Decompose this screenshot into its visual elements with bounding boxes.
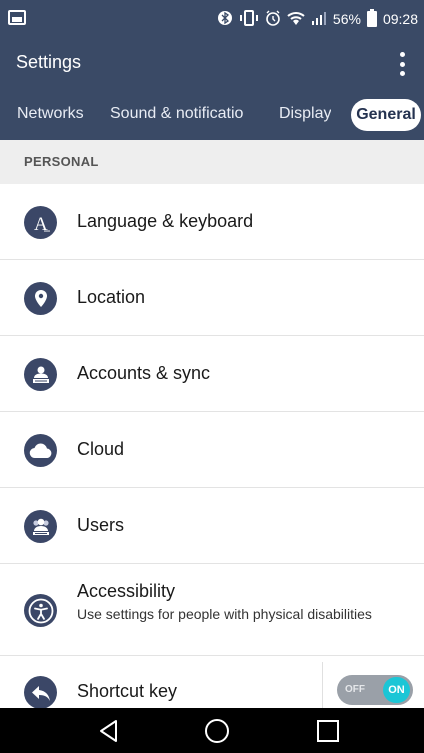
users-icon [24,510,57,543]
accessibility-icon [24,594,57,627]
clock: 09:28 [382,11,418,27]
cloud-icon [24,434,57,467]
shortcut-icon [24,676,57,709]
section-header-label: PERSONAL [24,154,99,169]
home-icon[interactable] [202,716,232,746]
battery-percent: 56% [332,11,361,27]
item-label: Cloud [77,439,125,459]
list-item-accounts-sync[interactable]: Accounts & sync [0,336,424,412]
tab-general[interactable]: General [351,99,421,131]
battery-icon [366,9,377,27]
navigation-bar [0,708,424,753]
item-label: Shortcut key [77,681,178,701]
accounts-icon [24,358,57,391]
tab-bar: Networks Sound & notificatio Display Gen… [0,90,424,140]
back-icon[interactable] [94,716,124,746]
language-icon: A [24,206,57,239]
shortcut-key-toggle[interactable]: OFF ON [337,675,413,705]
list-item-users[interactable]: Users [0,488,424,564]
tab-display[interactable]: Display [279,105,331,123]
item-label: Language & keyboard [77,211,254,231]
status-bar: 56% 09:28 [0,0,424,38]
location-pin-icon [24,282,57,315]
app-bar: Settings [0,38,424,90]
tab-networks[interactable]: Networks [17,105,84,123]
list-item-location[interactable]: Location [0,260,424,336]
vibrate-icon [239,10,259,28]
status-icons: 56% 09:28 [217,0,418,38]
alarm-icon [265,10,281,28]
item-label: Accounts & sync [77,363,211,383]
item-label: Users [77,515,125,535]
item-label: Location [77,287,146,307]
page-title: Settings [16,52,82,72]
list-item-language-keyboard[interactable]: A Language & keyboard [0,184,424,260]
item-subtitle: Use settings for people with physical di… [77,606,372,622]
image-icon [8,10,26,25]
section-header-personal: PERSONAL [0,140,424,184]
wifi-icon [287,10,305,28]
svg-text:A: A [34,214,48,233]
settings-list: A Language & keyboard Location Accounts … [0,184,424,732]
signal-icon [311,10,327,28]
recents-icon[interactable] [313,716,343,746]
list-item-accessibility[interactable]: Accessibility Use settings for people wi… [0,564,424,656]
item-label: Accessibility [77,581,176,601]
tab-sound-notifications[interactable]: Sound & notificatio [110,105,270,123]
toggle-off-label: OFF [345,684,365,695]
list-item-cloud[interactable]: Cloud [0,412,424,488]
bluetooth-icon [217,10,233,28]
toggle-knob: ON [383,677,410,703]
more-vert-icon[interactable] [398,52,406,76]
